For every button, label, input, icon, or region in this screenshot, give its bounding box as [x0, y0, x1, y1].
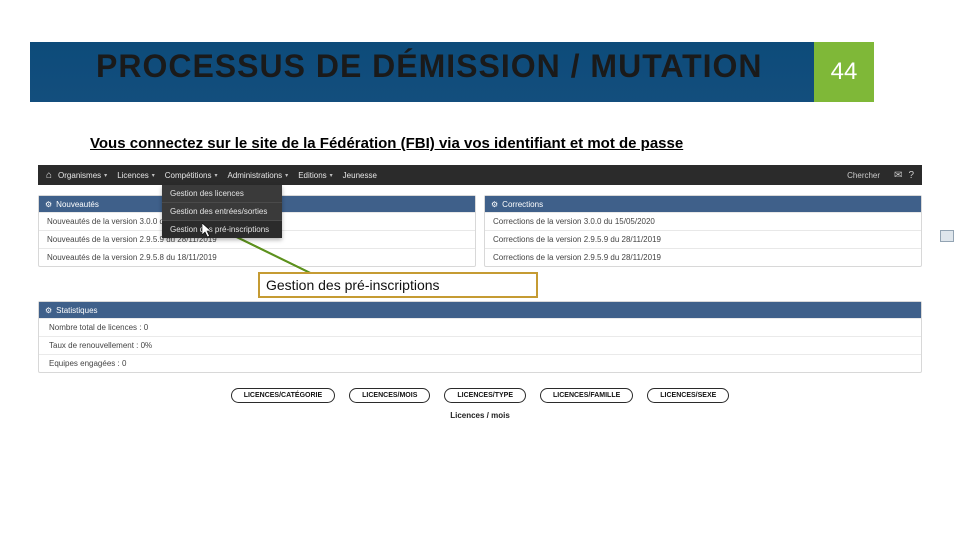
nav-label: Compétitions: [165, 171, 212, 180]
list-item[interactable]: Corrections de la version 3.0.0 du 15/05…: [485, 212, 921, 230]
mail-icon[interactable]: ✉: [894, 170, 902, 181]
page-title: PROCESSUS DE DÉMISSION / MUTATION: [96, 48, 763, 85]
panel-header: ⚙ Statistiques: [39, 302, 921, 318]
embedded-app: ⌂ Organismes▾ Licences▾ Compétitions▾ Ad…: [38, 165, 922, 185]
btn-licences-type[interactable]: LICENCES/TYPE: [444, 388, 526, 403]
btn-licences-categorie[interactable]: LICENCES/CATÉGORIE: [231, 388, 335, 403]
chevron-down-icon: ▾: [104, 172, 107, 179]
stats-button-row: LICENCES/CATÉGORIE LICENCES/MOIS LICENCE…: [38, 383, 922, 407]
panel-header: ⚙ Corrections: [485, 196, 921, 212]
licences-dropdown: Gestion des licences Gestion des entrées…: [162, 185, 282, 238]
chevron-down-icon: ▾: [152, 172, 155, 179]
nav-editions[interactable]: Editions ▾: [298, 171, 332, 180]
stats-row: Nombre total de licences : 0: [39, 318, 921, 336]
chevron-down-icon: ▾: [214, 172, 217, 179]
nav-competitions[interactable]: Compétitions▾: [165, 171, 218, 180]
stats-row: Taux de renouvellement : 0%: [39, 336, 921, 354]
list-item[interactable]: Corrections de la version 2.9.5.9 du 28/…: [485, 230, 921, 248]
chevron-down-icon: ▾: [330, 172, 333, 179]
floating-box-icon: [940, 230, 954, 242]
nav-administrations[interactable]: Administrations▾: [227, 171, 288, 180]
panel-title: Statistiques: [56, 306, 97, 315]
list-item[interactable]: Nouveautés de la version 2.9.5.8 du 18/1…: [39, 248, 475, 266]
panel-title: Nouveautés: [56, 200, 99, 209]
gear-icon: ⚙: [45, 306, 52, 315]
home-icon[interactable]: ⌂: [46, 170, 52, 181]
nav-label: Jeunesse: [343, 171, 377, 180]
help-icon[interactable]: ?: [908, 170, 914, 181]
dropdown-item[interactable]: Gestion des licences: [162, 185, 282, 202]
stats-row: Equipes engagées : 0: [39, 354, 921, 372]
nav-label: Administrations: [227, 171, 282, 180]
nav-label: Editions: [298, 171, 326, 180]
btn-licences-sexe[interactable]: LICENCES/SEXE: [647, 388, 729, 403]
page-number: 44: [814, 42, 874, 102]
btn-licences-mois[interactable]: LICENCES/MOIS: [349, 388, 430, 403]
nav-organismes[interactable]: Organismes▾: [58, 171, 107, 180]
search-label[interactable]: Chercher: [847, 171, 880, 180]
dropdown-item[interactable]: Gestion des entrées/sorties: [162, 202, 282, 220]
btn-licences-famille[interactable]: LICENCES/FAMILLE: [540, 388, 633, 403]
subtitle: Vous connectez sur le site de la Fédérat…: [90, 135, 683, 152]
callout-label: Gestion des pré-inscriptions: [258, 272, 538, 298]
nav-label: Licences: [117, 171, 149, 180]
dropdown-item-active[interactable]: Gestion des pré-inscriptions: [162, 220, 282, 238]
panel-corrections: ⚙ Corrections Corrections de la version …: [484, 195, 922, 267]
app-topbar: ⌂ Organismes▾ Licences▾ Compétitions▾ Ad…: [38, 165, 922, 185]
panel-title: Corrections: [502, 200, 543, 209]
nav-label: Organismes: [58, 171, 101, 180]
nav-licences[interactable]: Licences▾: [117, 171, 155, 180]
gear-icon: ⚙: [491, 200, 498, 209]
chart-label: Licences / mois: [38, 411, 922, 420]
nav-jeunesse[interactable]: Jeunesse: [343, 171, 377, 180]
cursor-icon: [202, 223, 214, 239]
chevron-down-icon: ▾: [285, 172, 288, 179]
panel-statistiques: ⚙ Statistiques Nombre total de licences …: [38, 301, 922, 373]
gear-icon: ⚙: [45, 200, 52, 209]
list-item[interactable]: Corrections de la version 2.9.5.9 du 28/…: [485, 248, 921, 266]
